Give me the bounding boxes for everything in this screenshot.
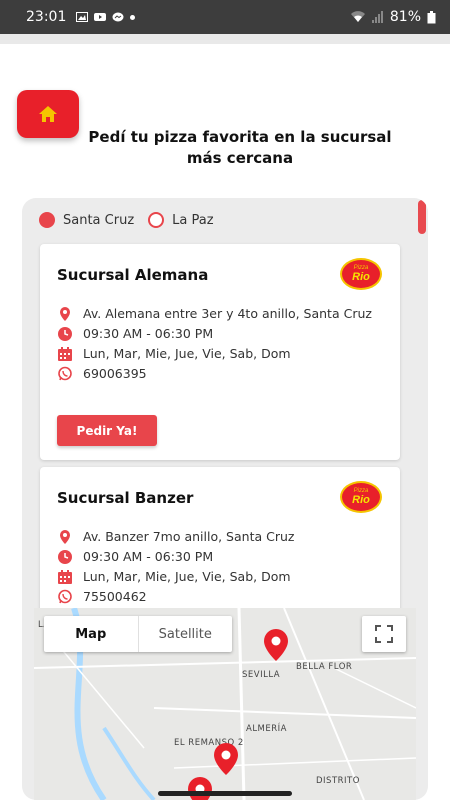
top-strip bbox=[0, 34, 450, 44]
days-row: Lun, Mar, Mie, Jue, Vie, Sab, Dom bbox=[57, 569, 373, 585]
hours-row: 09:30 AM - 06:30 PM bbox=[57, 326, 373, 342]
clock-icon bbox=[58, 327, 72, 341]
home-button[interactable] bbox=[17, 90, 79, 138]
branch-days: Lun, Mar, Mie, Jue, Vie, Sab, Dom bbox=[83, 346, 291, 361]
pizza-rio-logo: Pizza Rio bbox=[340, 258, 382, 290]
dot-icon bbox=[130, 14, 136, 20]
fullscreen-button[interactable] bbox=[362, 616, 406, 652]
gesture-bar[interactable] bbox=[158, 791, 292, 796]
battery-percentage: 81% bbox=[389, 9, 421, 25]
home-icon bbox=[39, 106, 57, 122]
branch-phone[interactable]: 69006395 bbox=[83, 366, 373, 382]
branch-hours: 09:30 AM - 06:30 PM bbox=[83, 326, 214, 341]
radio-label: Santa Cruz bbox=[63, 212, 135, 228]
radio-selected-icon bbox=[39, 212, 55, 228]
map-type-toggle: Map Satellite bbox=[44, 616, 232, 652]
order-now-button[interactable]: Pedir Ya! bbox=[57, 415, 157, 446]
radio-santa-cruz[interactable]: Santa Cruz bbox=[39, 212, 134, 228]
branch-name: Sucursal Banzer bbox=[57, 489, 194, 507]
branch-address: Av. Banzer 7mo anillo, Santa Cruz bbox=[83, 529, 295, 544]
address-row: Av. Alemana entre 3er y 4to anillo, Sant… bbox=[57, 306, 373, 322]
branch-card: Sucursal Alemana Pizza Rio Av. Alemana e… bbox=[40, 244, 400, 460]
youtube-icon bbox=[94, 13, 107, 21]
branch-hours: 09:30 AM - 06:30 PM bbox=[83, 549, 214, 564]
logo-text-main: Rio bbox=[352, 271, 370, 283]
scrollbar[interactable] bbox=[418, 200, 426, 234]
branch-name: Sucursal Alemana bbox=[57, 266, 209, 284]
pizza-rio-logo: Pizza Rio bbox=[340, 481, 382, 513]
branches-panel: Santa Cruz La Paz Sucursal Alemana Pizza… bbox=[22, 198, 428, 800]
calendar-icon bbox=[58, 570, 72, 584]
battery-icon bbox=[427, 10, 436, 23]
branch-info: Av. Alemana entre 3er y 4to anillo, Sant… bbox=[57, 306, 373, 386]
branch-info: Av. Banzer 7mo anillo, Santa Cruz 09:30 … bbox=[57, 529, 373, 609]
map-label: BELLA FLOR bbox=[296, 662, 353, 672]
map-label: DISTRITO bbox=[316, 776, 360, 786]
map-toggle-button[interactable]: Map bbox=[44, 616, 139, 652]
phone-row: 69006395 bbox=[57, 366, 373, 382]
map-marker-icon[interactable] bbox=[212, 742, 240, 776]
radio-la-paz[interactable]: La Paz bbox=[148, 212, 214, 228]
address-row: Av. Banzer 7mo anillo, Santa Cruz bbox=[57, 529, 373, 545]
logo-text-main: Rio bbox=[352, 494, 370, 506]
image-icon bbox=[76, 12, 89, 22]
hours-row: 09:30 AM - 06:30 PM bbox=[57, 549, 373, 565]
branch-address: Av. Alemana entre 3er y 4to anillo, Sant… bbox=[83, 306, 372, 321]
satellite-toggle-button[interactable]: Satellite bbox=[139, 616, 233, 652]
whatsapp-icon bbox=[58, 366, 72, 381]
whatsapp-icon bbox=[58, 589, 72, 604]
phone-row: 75500462 bbox=[57, 589, 373, 605]
map-marker-icon[interactable] bbox=[262, 628, 290, 662]
status-time: 23:01 bbox=[26, 9, 67, 25]
city-selector: Santa Cruz La Paz bbox=[39, 212, 228, 228]
map-view[interactable]: LA SEVILLA BELLA FLOR ALMERÍA EL REMANSO… bbox=[34, 608, 416, 800]
map-label: SEVILLA bbox=[242, 670, 281, 680]
status-bar: 23:01 81% bbox=[0, 0, 450, 34]
radio-unselected-icon bbox=[148, 212, 165, 228]
branch-phone[interactable]: 75500462 bbox=[83, 589, 373, 605]
messenger-icon bbox=[112, 12, 124, 22]
clock-icon bbox=[58, 550, 72, 564]
signal-icon bbox=[371, 11, 383, 23]
wifi-icon bbox=[350, 11, 365, 22]
branch-days: Lun, Mar, Mie, Jue, Vie, Sab, Dom bbox=[83, 569, 291, 584]
page-headline: Pedí tu pizza favorita en la sucursal má… bbox=[88, 128, 392, 167]
map-marker-icon[interactable] bbox=[186, 776, 214, 800]
map-label: ALMERÍA bbox=[246, 724, 287, 734]
fullscreen-icon bbox=[375, 625, 393, 643]
location-pin-icon bbox=[60, 307, 70, 321]
calendar-icon bbox=[58, 347, 72, 361]
days-row: Lun, Mar, Mie, Jue, Vie, Sab, Dom bbox=[57, 346, 373, 362]
location-pin-icon bbox=[60, 530, 70, 544]
radio-label: La Paz bbox=[172, 212, 214, 228]
